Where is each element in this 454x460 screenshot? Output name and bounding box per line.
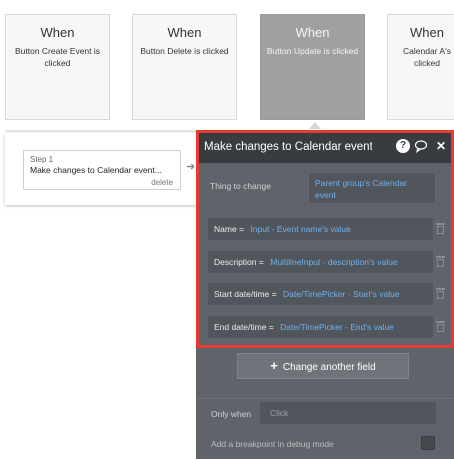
event-when-label: When xyxy=(295,25,330,40)
event-card-create[interactable]: When Button Create Event is clicked xyxy=(5,14,110,120)
field-value[interactable]: Input - Event name's value xyxy=(250,224,350,234)
change-another-field-label: Change another field xyxy=(282,362,376,373)
event-when-label: When xyxy=(410,25,444,40)
only-when-label: Only when xyxy=(211,409,252,419)
thing-to-change-label: Thing to change xyxy=(210,181,271,191)
event-when-label: When xyxy=(40,25,75,40)
field-value[interactable]: Date/TimePicker - Start's value xyxy=(283,289,400,299)
debug-breakpoint-checkbox[interactable] xyxy=(421,436,435,450)
field-row-start-date[interactable]: Start date/time = Date/TimePicker - Star… xyxy=(208,283,433,305)
step-card[interactable]: Step 1 Make changes to Calendar event...… xyxy=(23,150,181,190)
event-card-delete[interactable]: When Button Delete is clicked xyxy=(132,14,237,120)
event-description: Button Delete is clicked xyxy=(140,46,229,56)
only-when-input[interactable]: Click xyxy=(260,402,436,424)
thing-to-change-value[interactable]: Parent group's Calendar event xyxy=(309,173,435,203)
trash-icon[interactable] xyxy=(436,256,445,267)
comment-icon[interactable] xyxy=(414,139,428,154)
close-icon[interactable]: ✕ xyxy=(434,139,448,153)
trash-icon[interactable] xyxy=(436,223,445,234)
step-number: Step 1 xyxy=(30,155,54,164)
plus-icon: + xyxy=(270,358,278,373)
field-value[interactable]: Date/TimePicker - End's value xyxy=(280,322,394,332)
step-panel: Step 1 Make changes to Calendar event...… xyxy=(5,133,205,205)
trash-icon[interactable] xyxy=(436,321,445,332)
event-description: Button Update is clicked xyxy=(266,46,359,56)
step-name: Make changes to Calendar event... xyxy=(30,165,162,175)
editor-title: Make changes to Calendar event xyxy=(204,141,372,153)
field-equals: = xyxy=(271,289,277,299)
action-editor-panel: Make changes to Calendar event ? ✕ Thing… xyxy=(196,131,454,459)
field-name: Name xyxy=(214,224,237,234)
event-card-calendar[interactable]: When Calendar A's clicked xyxy=(387,14,454,120)
arrow-right-icon: ➜ xyxy=(186,161,196,173)
field-value[interactable]: MultilineInput - description's value xyxy=(270,257,397,267)
step-delete-link[interactable]: delete xyxy=(151,178,173,187)
event-description: Calendar A's xyxy=(403,46,451,56)
change-another-field-button[interactable]: + Change another field xyxy=(237,353,409,379)
workflow-editor: When Button Create Event is clicked When… xyxy=(0,0,454,460)
event-description-line2: clicked xyxy=(414,58,440,68)
field-equals: = xyxy=(268,322,274,332)
trash-icon[interactable] xyxy=(436,288,445,299)
event-when-label: When xyxy=(167,25,202,40)
field-equals: = xyxy=(258,257,264,267)
event-card-update[interactable]: When Button Update is clicked xyxy=(260,14,365,120)
event-description: Button Create Event is clicked xyxy=(14,46,101,68)
field-name: Start date/time xyxy=(214,289,270,299)
editor-divider xyxy=(196,398,454,399)
field-row-name[interactable]: Name = Input - Event name's value xyxy=(208,218,433,240)
field-row-end-date[interactable]: End date/time = Date/TimePicker - End's … xyxy=(208,316,433,338)
field-name: Description xyxy=(214,257,257,267)
field-row-description[interactable]: Description = MultilineInput - descripti… xyxy=(208,251,433,273)
editor-header: Make changes to Calendar event ? ✕ xyxy=(196,131,454,163)
question-icon[interactable]: ? xyxy=(396,139,410,153)
selected-event-caret xyxy=(309,122,321,129)
field-name: End date/time xyxy=(214,322,267,332)
field-equals: = xyxy=(239,224,245,234)
debug-breakpoint-label: Add a breakpoint in debug mode xyxy=(211,439,334,449)
